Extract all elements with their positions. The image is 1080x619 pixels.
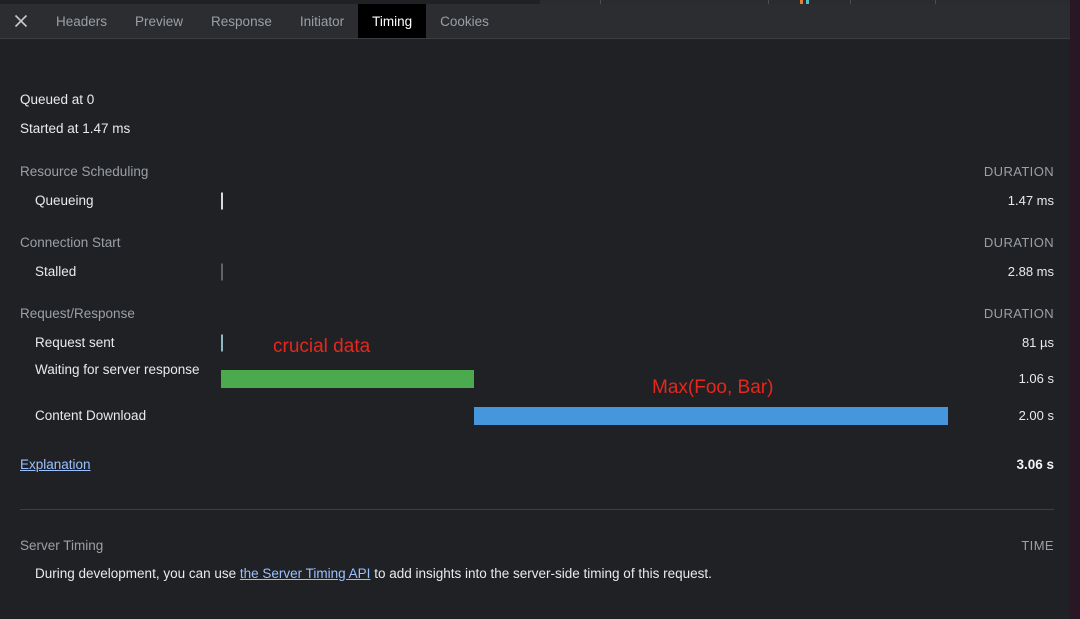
- timing-row-label: Stalled: [35, 264, 77, 279]
- timing-row-duration: 2.88 ms: [1007, 264, 1054, 279]
- section-header-resource-scheduling: Resource Scheduling DURATION: [0, 157, 1070, 186]
- timing-row-duration: 81 µs: [1021, 335, 1054, 350]
- timing-row-label: Content Download: [35, 408, 147, 423]
- duration-column-header: DURATION: [983, 306, 1054, 321]
- timing-bar-content-download: [474, 406, 948, 425]
- tab-cookies[interactable]: Cookies: [426, 4, 503, 38]
- tab-headers[interactable]: Headers: [42, 4, 121, 38]
- server-timing-time-header: TIME: [1021, 538, 1054, 553]
- timing-bar-waiting: [221, 370, 474, 388]
- explanation-link[interactable]: Explanation: [20, 451, 91, 479]
- timing-row-duration: 2.00 s: [1018, 408, 1054, 423]
- timing-bar-stalled: [221, 263, 223, 280]
- annotation-crucial-data: crucial data: [273, 336, 371, 357]
- devtools-tabbar: Headers Preview Response Initiator Timin…: [0, 4, 1070, 39]
- timing-bar-request-sent: [221, 334, 223, 351]
- timing-row-request-sent[interactable]: Request sent 81 µs: [0, 328, 1070, 357]
- tab-initiator[interactable]: Initiator: [286, 4, 358, 38]
- window-right-edge: [1070, 0, 1080, 619]
- section-divider: [20, 509, 1054, 510]
- timing-panel: Queued at 0 Started at 1.47 ms Resource …: [0, 39, 1070, 619]
- spacer-row: [0, 215, 1070, 228]
- tab-timing[interactable]: Timing: [358, 4, 427, 38]
- timing-row-waiting-for-server-response[interactable]: Waiting for server response 1.06 s: [0, 357, 1070, 401]
- timing-row-label: Request sent: [35, 335, 115, 350]
- duration-column-header: DURATION: [983, 235, 1054, 250]
- duration-column-header: DURATION: [983, 164, 1054, 179]
- timing-row-label: Queueing: [35, 193, 94, 208]
- spacer-row: [0, 286, 1070, 299]
- annotation-max-foo-bar: Max(Foo, Bar): [652, 377, 774, 398]
- queued-at-text: Queued at 0: [20, 92, 95, 107]
- timing-bar-queueing: [221, 192, 223, 209]
- server-timing-api-link[interactable]: the Server Timing API: [240, 566, 371, 581]
- close-button[interactable]: [0, 4, 42, 38]
- tab-preview[interactable]: Preview: [121, 4, 197, 38]
- timing-bar-track: [0, 328, 1070, 357]
- server-timing-title: Server Timing: [20, 538, 104, 553]
- explanation-row: Explanation 3.06 s: [0, 451, 1070, 479]
- server-timing-note: During development, you can use the Serv…: [35, 566, 712, 581]
- started-at-text: Started at 1.47 ms: [20, 121, 131, 136]
- server-timing-note-after: to add insights into the server-side tim…: [370, 566, 712, 581]
- timing-row-stalled[interactable]: Stalled 2.88 ms: [0, 257, 1070, 286]
- timing-bar-track: [0, 186, 1070, 215]
- timing-row-label: Waiting for server response: [35, 362, 200, 377]
- section-header-request-response: Request/Response DURATION: [0, 299, 1070, 328]
- timing-row-content-download[interactable]: Content Download 2.00 s: [0, 401, 1070, 430]
- timing-bar-track: [0, 257, 1070, 286]
- timing-bar-track: [0, 401, 1070, 430]
- section-title: Resource Scheduling: [20, 164, 149, 179]
- close-icon: [14, 14, 28, 28]
- total-duration-value: 3.06 s: [1016, 457, 1054, 472]
- section-title: Connection Start: [20, 235, 121, 250]
- timing-row-duration: 1.47 ms: [1007, 193, 1054, 208]
- section-header-connection-start: Connection Start DURATION: [0, 228, 1070, 257]
- timing-breakdown-table: Resource Scheduling DURATION Queueing 1.…: [0, 157, 1070, 430]
- section-title: Request/Response: [20, 306, 135, 321]
- timing-row-queueing[interactable]: Queueing 1.47 ms: [0, 186, 1070, 215]
- timing-row-duration: 1.06 s: [1018, 371, 1054, 386]
- tab-response[interactable]: Response: [197, 4, 286, 38]
- server-timing-note-before: During development, you can use: [35, 566, 240, 581]
